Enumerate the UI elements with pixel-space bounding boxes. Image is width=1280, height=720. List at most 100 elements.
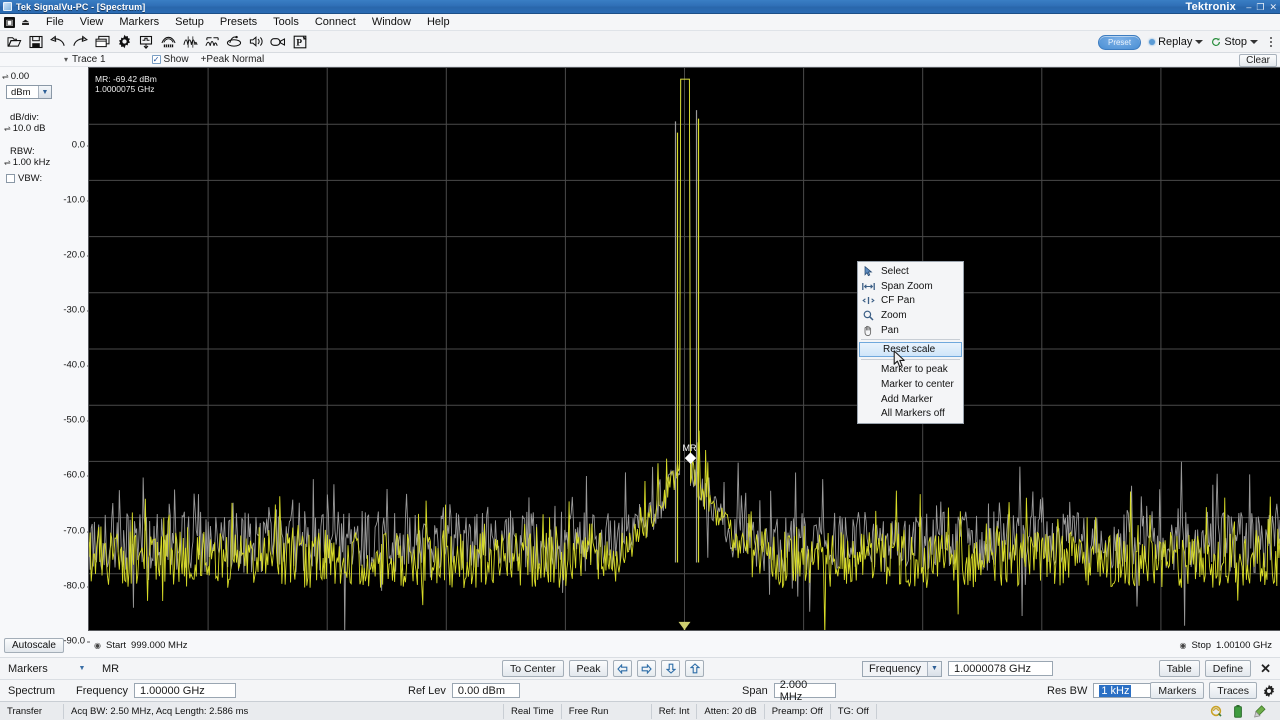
trace-label: Trace 1 [72,54,106,65]
frequency-label: Frequency [76,685,128,697]
context-menu-item-cf-pan[interactable]: CF Pan [858,293,963,308]
traces-panel-button[interactable]: Traces [1209,682,1257,699]
arrow-up-icon[interactable] [685,660,704,677]
plot-context-menu: Select Span Zoom CF Pan Zoom Pan [857,261,964,424]
magnifier-icon [860,310,876,321]
save-icon[interactable] [25,32,47,52]
p-marker-icon[interactable]: P [289,32,311,52]
checkbox-icon: ✓ [152,55,161,64]
menu-item-window[interactable]: Window [364,15,419,29]
menu-item-tools[interactable]: Tools [265,15,307,29]
gear-icon[interactable] [1262,684,1276,698]
context-menu-item-zoom[interactable]: Zoom [858,308,963,323]
y-tick: -40.0 [63,360,85,371]
stop-chevron-down-icon[interactable] [1250,40,1258,44]
spectrum-bar-label: Spectrum [0,685,74,697]
markers-panel-button[interactable]: Markers [1150,682,1204,699]
stop-button[interactable]: Stop [1211,36,1258,48]
replay-button[interactable]: Replay [1149,36,1203,48]
stop-frequency-control[interactable]: ◉ Stop 1.00100 GHz [1179,640,1272,651]
ref-level-row[interactable]: ⇌ 0.00 [0,71,60,82]
autoscale-button[interactable]: Autoscale [4,638,64,653]
restore-button[interactable]: ❐ [1256,2,1264,13]
vbw-label: VBW: [18,173,42,184]
marker-frequency-input[interactable]: 1.0000078 GHz [948,661,1053,676]
context-menu-item-select[interactable]: Select [858,264,963,279]
y-axis: 0.0 -10.0 -20.0 -30.0 -40.0 -50.0 -60.0 … [60,67,88,657]
amplitude-unit-select[interactable]: dBm ▼ [6,85,52,99]
context-menu-item-span-zoom[interactable]: Span Zoom [858,279,963,294]
context-menu-item-marker-to-peak[interactable]: Marker to peak [858,362,963,377]
replay-chevron-down-icon[interactable] [1195,40,1203,44]
chevron-down-icon[interactable]: ▼ [927,662,941,676]
arrow-left-icon[interactable] [613,660,632,677]
close-markers-icon[interactable]: ✕ [1256,661,1275,677]
span-input[interactable]: 2.000 MHz [774,683,836,698]
measurement-icon[interactable] [201,32,223,52]
window-controls: – ❐ ✕ [1246,0,1277,14]
undo-icon[interactable] [47,32,69,52]
clear-button[interactable]: Clear [1239,54,1277,67]
db-div-knob-icon[interactable]: ⇌ [4,123,11,134]
rbw-knob-icon[interactable]: ⇌ [4,157,11,168]
to-center-button[interactable]: To Center [502,660,564,677]
main-toolbar: P Preset Replay Stop [0,31,1280,53]
marker-define-button[interactable]: Define [1205,660,1251,677]
start-frequency-control[interactable]: ◉ Start 999.000 MHz [94,640,188,651]
ref-level-knob-icon[interactable]: ⇌ [2,71,9,82]
menu-item-help[interactable]: Help [419,15,458,29]
trace-collapse-icon[interactable]: ▾ [64,55,68,64]
menu-item-connect[interactable]: Connect [307,15,364,29]
trace-show-toggle[interactable]: ✓ Show [152,54,189,65]
rbw-label: RBW: [2,146,60,157]
vbw-row[interactable]: VBW: [0,173,60,184]
menu-item-file[interactable]: File [38,15,72,29]
minimize-button[interactable]: – [1246,2,1251,12]
run-stop-circular-arrow-icon [1211,37,1221,47]
db-div-row[interactable]: ⇌ 10.0 dB [2,123,60,134]
arrow-right-icon[interactable] [637,660,656,677]
video-icon[interactable] [267,32,289,52]
context-menu-item-pan[interactable]: Pan [858,323,963,338]
more-options-icon[interactable] [1266,37,1276,47]
context-menu-item-reset-scale[interactable]: Reset scale [859,342,962,357]
context-menu-item-marker-to-center[interactable]: Marker to center [858,377,963,392]
system-menu-icon[interactable]: ▣ [4,17,15,28]
trace-icon[interactable] [179,32,201,52]
context-menu-item-add-marker[interactable]: Add Marker [858,392,963,407]
menu-item-presets[interactable]: Presets [212,15,265,29]
trigger-icon[interactable] [135,32,157,52]
y-tick: -20.0 [63,250,85,261]
open-file-icon[interactable] [3,32,25,52]
context-menu-item-all-markers-off[interactable]: All Markers off [858,407,963,422]
markers-toolbar: Markers ▼ MR To Center Peak Frequency ▼ [0,657,1280,679]
spectrum-graticule[interactable]: MR MR: -69.42 dBm 1.0000075 GHz [88,67,1280,631]
audio-icon[interactable] [245,32,267,52]
menu-item-view[interactable]: View [72,15,112,29]
trace-control-bar: ▾ Trace 1 ✓ Show +Peak Normal Clear [0,53,1280,67]
replay-label: Replay [1158,36,1192,48]
settings-gear-icon[interactable] [113,32,135,52]
vbw-checkbox[interactable] [6,174,15,183]
marker-select-chevron-down-icon[interactable]: ▼ [74,662,90,676]
peak-button[interactable]: Peak [569,660,609,677]
close-button[interactable]: ✕ [1269,2,1277,13]
menu-item-setup[interactable]: Setup [167,15,212,29]
chevron-down-icon[interactable]: ▼ [38,86,51,98]
arrow-down-icon[interactable] [661,660,680,677]
preset-button[interactable]: Preset [1098,35,1141,50]
spectrogram-icon[interactable] [157,32,179,52]
marker-frequency-value: 1.0000078 GHz [954,663,1031,675]
frequency-input[interactable]: 1.00000 GHz [134,683,236,698]
rbw-row[interactable]: ⇌ 1.00 kHz [2,157,60,168]
marker-parameter-select[interactable]: Frequency ▼ [862,661,942,677]
menu-item-markers[interactable]: Markers [111,15,167,29]
stop-knob-icon[interactable]: ◉ [1179,641,1186,650]
marker-table-button[interactable]: Table [1159,660,1200,677]
eject-icon[interactable]: ⏏ [19,17,32,28]
redo-icon[interactable] [69,32,91,52]
ref-lev-input[interactable]: 0.00 dBm [452,683,520,698]
start-knob-icon[interactable]: ◉ [94,641,101,650]
cascade-windows-icon[interactable] [91,32,113,52]
amplitude-icon[interactable] [223,32,245,52]
